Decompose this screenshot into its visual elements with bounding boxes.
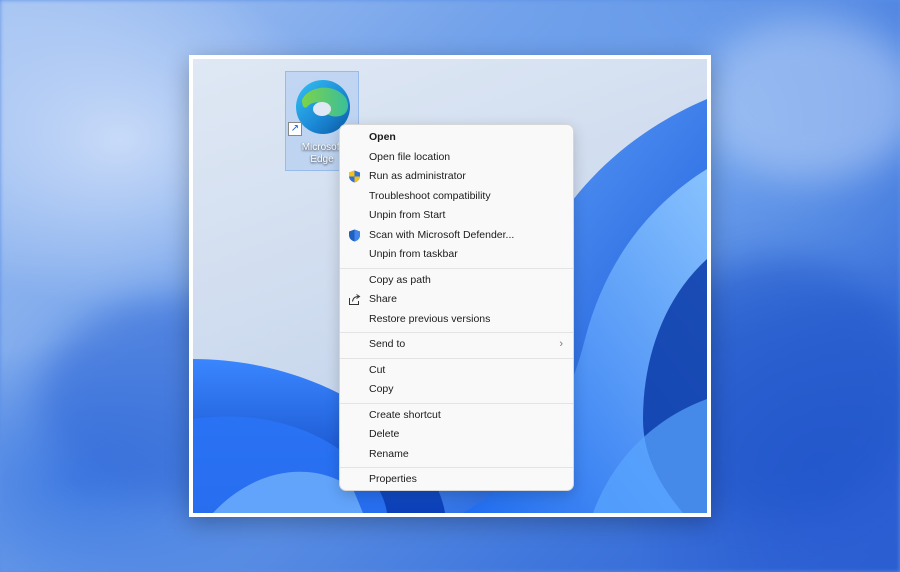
menu-item-restore-previous-versions[interactable]: Restore previous versions	[340, 310, 573, 330]
menu-item-label: Unpin from taskbar	[369, 248, 458, 260]
menu-item-label: Cut	[369, 363, 386, 376]
menu-item-rename[interactable]: Rename	[340, 445, 573, 465]
menu-item-copy[interactable]: Copy	[340, 380, 573, 400]
menu-item-label: Open	[369, 131, 396, 143]
menu-separator	[340, 267, 573, 269]
menu-separator	[340, 332, 573, 333]
menu-item-label: Open file location	[369, 150, 451, 163]
menu-item-label: Restore previous versions	[369, 312, 491, 325]
menu-item-open-file-location[interactable]: Open file location	[340, 148, 573, 168]
menu-separator	[340, 467, 573, 468]
menu-item-delete[interactable]: Delete	[340, 425, 573, 445]
menu-item-open[interactable]: Open	[340, 128, 573, 148]
menu-item-label: Copy	[369, 383, 394, 395]
menu-item-label: Rename	[369, 447, 409, 460]
menu-item-unpin-from-taskbar[interactable]: Unpin from taskbar	[340, 245, 573, 265]
menu-separator	[340, 402, 573, 404]
menu-item-label: Delete	[369, 428, 400, 440]
menu-item-run-as-administrator[interactable]: Run as administrator	[340, 167, 573, 187]
chevron-right-icon: ›	[559, 338, 563, 350]
menu-item-label: Unpin from Start	[369, 209, 446, 221]
menu-item-label: Properties	[369, 473, 417, 485]
menu-item-label: Copy as path	[369, 273, 431, 286]
menu-item-scan-with-microsoft-defender[interactable]: Scan with Microsoft Defender...	[340, 226, 573, 246]
menu-item-label: Share	[369, 293, 398, 305]
defender-shield-icon	[348, 229, 361, 242]
menu-item-label: Troubleshoot compatibility	[369, 189, 491, 202]
menu-separator	[340, 357, 573, 359]
menu-item-cut[interactable]: Cut	[340, 361, 573, 381]
menu-item-properties[interactable]: Properties	[340, 470, 573, 490]
menu-item-label: Scan with Microsoft Defender...	[369, 228, 515, 241]
menu-item-send-to[interactable]: Send to ›	[340, 335, 573, 355]
uac-shield-icon	[348, 170, 361, 183]
menu-item-share[interactable]: Share	[340, 290, 573, 310]
context-menu: Open Open file location Run as administrat…	[339, 124, 574, 491]
menu-item-unpin-from-start[interactable]: Unpin from Start	[340, 206, 573, 226]
menu-item-label: Run as administrator	[369, 170, 466, 182]
menu-item-create-shortcut[interactable]: Create shortcut	[340, 406, 573, 426]
menu-item-label: Send to	[369, 338, 406, 350]
share-icon	[348, 293, 361, 306]
menu-item-copy-as-path[interactable]: Copy as path	[340, 271, 573, 291]
menu-item-troubleshoot-compatibility[interactable]: Troubleshoot compatibility	[340, 187, 573, 207]
menu-item-label: Create shortcut	[369, 408, 441, 421]
shortcut-arrow-icon: ↗	[288, 122, 302, 136]
